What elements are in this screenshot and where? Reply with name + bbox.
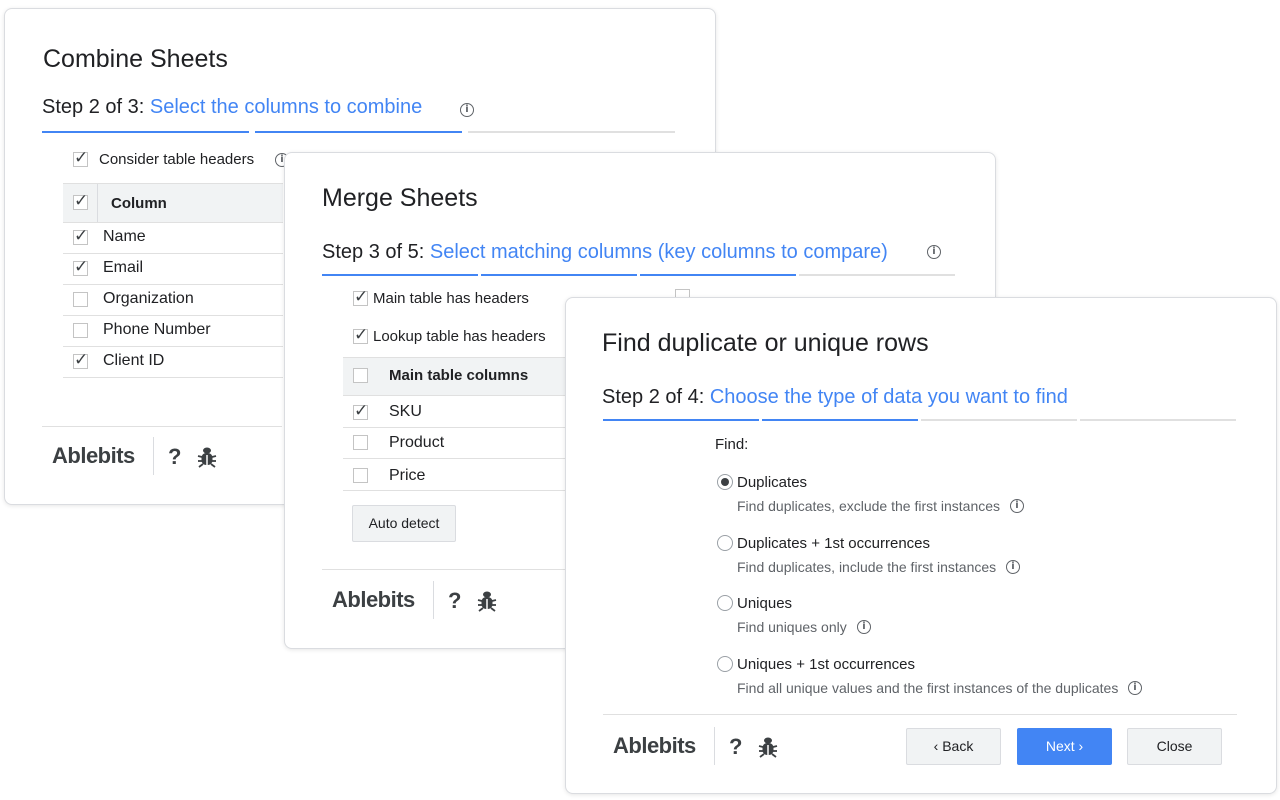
footer-separator (714, 727, 715, 765)
next-button[interactable]: Next › (1017, 728, 1112, 765)
footer-divider (603, 714, 1237, 715)
help-icon[interactable]: ? (729, 734, 742, 760)
divider (63, 284, 283, 285)
ablebits-logo[interactable]: Ablebits (613, 733, 696, 759)
option-desc-uniques-first: Find all unique values and the first ins… (737, 680, 1119, 696)
option-label-uniques-first[interactable]: Uniques + 1st occurrences (737, 656, 915, 673)
progress-step-3 (468, 131, 675, 133)
select-all-checkbox[interactable]: ✓ (73, 193, 88, 210)
bug-icon[interactable] (477, 590, 497, 612)
combine-title: Combine Sheets (43, 45, 228, 73)
info-icon[interactable]: i (927, 245, 941, 259)
info-icon[interactable]: i (857, 620, 871, 634)
column-header-row (63, 184, 283, 222)
combine-step: Step 2 of 3: Select the columns to combi… (42, 96, 423, 118)
progress-step-3 (640, 274, 796, 276)
help-icon[interactable]: ? (168, 444, 181, 470)
progress-step-1 (42, 131, 249, 133)
merge-title: Merge Sheets (322, 184, 478, 212)
back-button[interactable]: ‹ Back (906, 728, 1001, 765)
option-desc-uniques: Find uniques only (737, 619, 847, 635)
info-icon[interactable]: i (460, 103, 474, 117)
header-separator (97, 184, 98, 222)
divider (343, 490, 565, 491)
footer-separator (433, 581, 434, 619)
row-label-organization: Organization (103, 290, 194, 307)
progress-step-1 (603, 419, 759, 421)
merge-step: Step 3 of 5: Select matching columns (ke… (322, 241, 888, 263)
auto-detect-button[interactable]: Auto detect (352, 505, 456, 542)
progress-step-3 (921, 419, 1077, 421)
divider (63, 377, 283, 378)
footer-divider (42, 426, 282, 427)
main-columns-header: Main table columns (389, 367, 529, 384)
divider (63, 253, 283, 254)
ablebits-logo[interactable]: Ablebits (332, 587, 415, 613)
progress-step-2 (255, 131, 462, 133)
row-checkbox-client-id[interactable]: ✓ (73, 352, 88, 369)
info-icon[interactable]: i (1010, 499, 1024, 513)
divider (343, 458, 565, 459)
row-label-name: Name (103, 228, 146, 245)
row-label-phone: Phone Number (103, 321, 211, 338)
option-desc-duplicates-first: Find duplicates, include the first insta… (737, 559, 997, 575)
divider (63, 222, 283, 223)
progress-step-1 (322, 274, 478, 276)
row-label-client-id: Client ID (103, 352, 165, 369)
row-checkbox-product[interactable] (353, 435, 368, 450)
divider (63, 346, 283, 347)
progress-step-4 (799, 274, 955, 276)
info-icon[interactable]: i (1006, 560, 1020, 574)
row-checkbox-organization[interactable] (73, 292, 88, 307)
row-label-price: Price (389, 467, 426, 484)
row-label-product: Product (389, 434, 445, 451)
bug-icon[interactable] (197, 446, 217, 468)
option-label-duplicates-first[interactable]: Duplicates + 1st occurrences (737, 535, 930, 552)
select-all-checkbox[interactable] (353, 368, 368, 383)
radio-duplicates[interactable] (717, 474, 733, 490)
find-step: Step 2 of 4: Choose the type of data you… (602, 386, 1068, 408)
ablebits-logo[interactable]: Ablebits (52, 443, 135, 469)
option-desc-duplicates: Find duplicates, exclude the first insta… (737, 498, 1001, 514)
option-label-uniques[interactable]: Uniques (737, 595, 792, 612)
lookup-headers-label: Lookup table has headers (373, 328, 546, 345)
footer-divider (322, 569, 566, 570)
progress-step-2 (762, 419, 918, 421)
find-title: Find duplicate or unique rows (602, 329, 929, 357)
row-checkbox-price[interactable] (353, 468, 368, 483)
divider (343, 427, 565, 428)
radio-uniques-first[interactable] (717, 656, 733, 672)
row-checkbox-name[interactable]: ✓ (73, 228, 88, 245)
radio-uniques[interactable] (717, 595, 733, 611)
column-header: Column (111, 195, 167, 212)
row-label-sku: SKU (389, 403, 422, 420)
main-headers-label: Main table has headers (373, 290, 529, 307)
bug-icon[interactable] (758, 736, 778, 758)
find-duplicates-panel: Find duplicate or unique rows Step 2 of … (565, 297, 1277, 794)
main-headers-checkbox[interactable]: ✓ (353, 289, 368, 306)
radio-duplicates-first[interactable] (717, 535, 733, 551)
row-checkbox-phone[interactable] (73, 323, 88, 338)
close-button[interactable]: Close (1127, 728, 1222, 765)
consider-headers-checkbox[interactable]: ✓ (73, 150, 88, 167)
progress-step-4 (1080, 419, 1236, 421)
progress-step-2 (481, 274, 637, 276)
consider-headers-label: Consider table headers (99, 151, 255, 168)
help-icon[interactable]: ? (448, 588, 461, 614)
lookup-headers-checkbox[interactable]: ✓ (353, 327, 368, 344)
row-checkbox-sku[interactable]: ✓ (353, 403, 368, 420)
row-checkbox-email[interactable]: ✓ (73, 259, 88, 276)
divider (343, 395, 565, 396)
divider (63, 315, 283, 316)
info-icon[interactable]: i (1128, 681, 1142, 695)
footer-separator (153, 437, 154, 475)
row-label-email: Email (103, 259, 144, 276)
option-label-duplicates[interactable]: Duplicates (737, 474, 807, 491)
find-label: Find: (715, 436, 749, 453)
